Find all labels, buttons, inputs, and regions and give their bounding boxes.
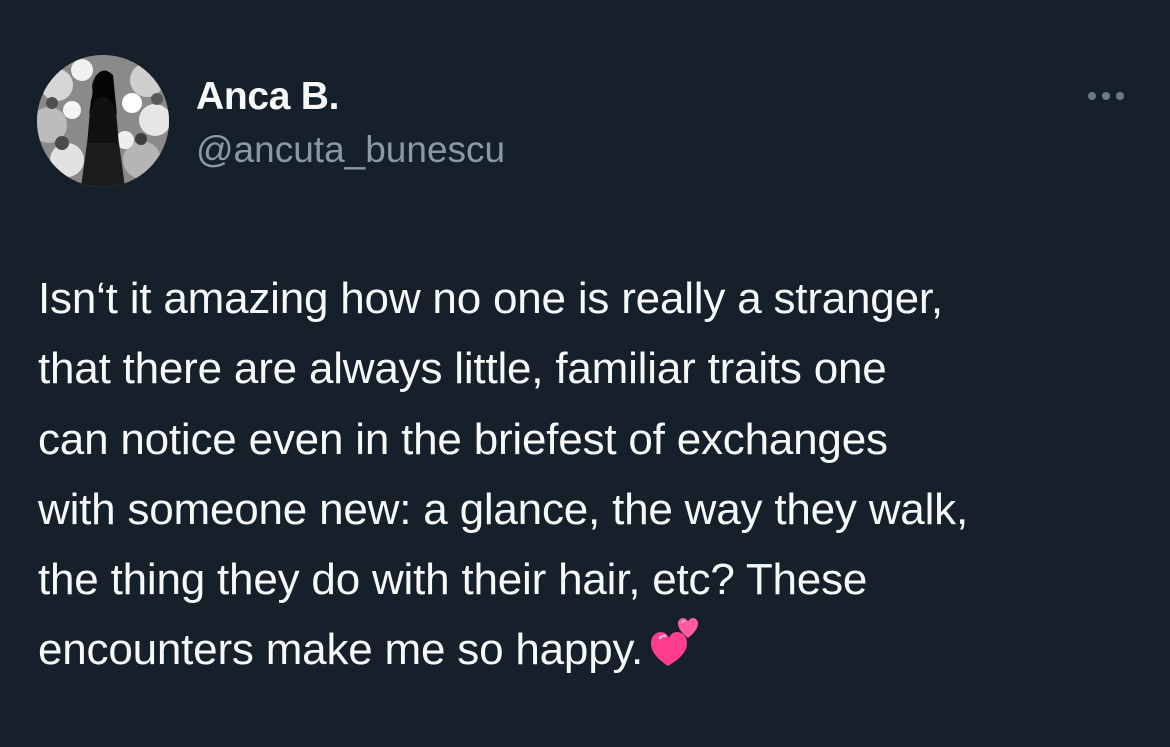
more-options-button[interactable] [1080, 82, 1132, 110]
author-display-name[interactable]: Anca B. [196, 74, 339, 120]
author-handle[interactable]: @ancuta_bunescu [196, 128, 505, 172]
tweet-line: that there are always little, familiar t… [38, 344, 887, 394]
more-horizontal-icon [1088, 92, 1124, 100]
tweet-line-last: encounters make me so happy. [38, 615, 1148, 691]
tweet-line: Isn‘t it amazing how no one is really a … [38, 274, 943, 323]
author-avatar[interactable] [37, 55, 169, 187]
tweet-text: Isn‘t it amazing how no one is really a … [38, 264, 1148, 692]
tweet-line: the thing they do with their hair, etc? … [38, 555, 868, 605]
tweet-line: can notice even in the briefest of excha… [38, 414, 888, 464]
two-hearts-icon [649, 616, 703, 691]
tweet-line: with someone new: a glance, the way they… [38, 484, 968, 534]
avatar-photo [37, 55, 169, 187]
tweet-line: encounters make me so happy. [38, 625, 644, 675]
